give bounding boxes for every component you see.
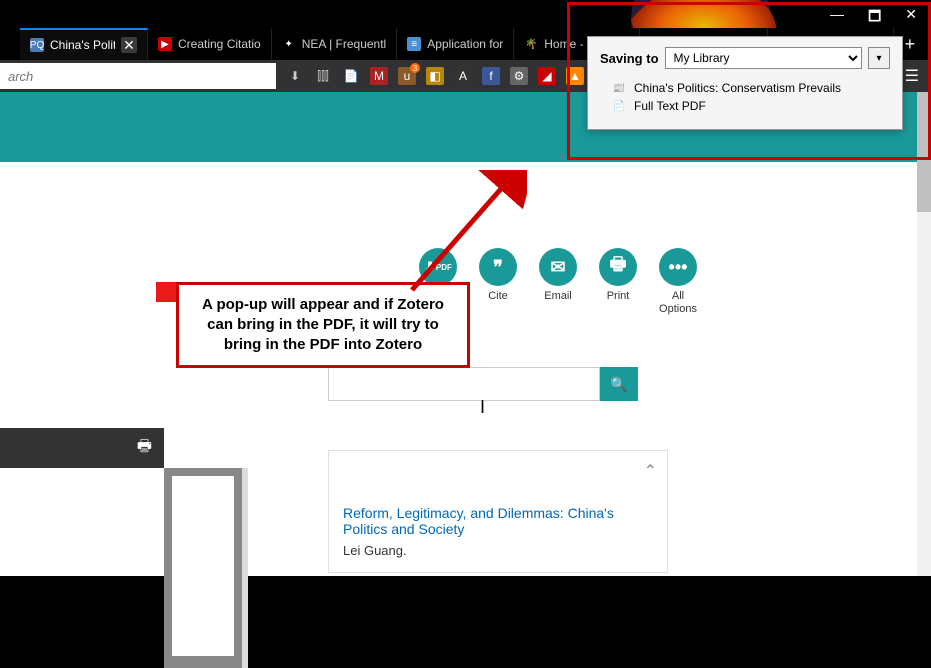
tab-close-button[interactable]: ✕ (121, 37, 137, 53)
maximize-button[interactable]: 🗖 (868, 6, 881, 28)
print-icon[interactable]: 🖶 (137, 435, 152, 462)
tab-favicon: ▶ (158, 37, 172, 51)
zotero-save-popup: Saving to My Library ▾ 📰 China's Politics… (587, 36, 903, 130)
action-label: Print (607, 290, 630, 303)
saving-to-label: Saving to (600, 51, 659, 66)
scrollbar-thumb[interactable] (917, 92, 931, 212)
ublock-icon[interactable]: u3 (398, 67, 416, 85)
download-icon[interactable]: ⬇ (286, 67, 304, 85)
tab-label: NEA | Frequentl (302, 37, 387, 51)
url-input[interactable] (0, 63, 276, 89)
close-window-button[interactable]: ✕ (905, 6, 917, 28)
pdf-thumbnail[interactable] (172, 476, 234, 656)
popup-save-item: 📄 Full Text PDF (600, 97, 890, 115)
browser-tab[interactable]: ✦ NEA | Frequentl (272, 28, 398, 60)
browser-tab[interactable]: ▶ Creating Citatio (148, 28, 272, 60)
action-button[interactable]: 🖶 (599, 248, 637, 286)
item-title: Full Text PDF (634, 99, 706, 113)
search-input[interactable] (328, 367, 600, 401)
tab-favicon: ✦ (282, 37, 296, 51)
related-article-title[interactable]: Reform, Legitimacy, and Dilemmas: China'… (343, 505, 653, 537)
tab-label: Creating Citatio (178, 37, 261, 51)
extension1-icon[interactable]: ◧ (426, 67, 444, 85)
tab-favicon: ≡ (407, 37, 421, 51)
action-all: ••• AllOptions (655, 248, 701, 316)
tab-favicon: 🌴 (524, 37, 538, 51)
related-article-card: ⌃ Reform, Legitimacy, and Dilemmas: Chin… (328, 450, 668, 573)
text-cursor-icon: I (480, 397, 485, 418)
browser-tab[interactable]: PQ China's Polit ✕ (20, 28, 148, 60)
pdf-thumbnail-strip (164, 468, 248, 668)
facebook-icon[interactable]: f (482, 67, 500, 85)
search-button[interactable]: 🔍 (600, 367, 638, 401)
popup-save-item: 📰 China's Politics: Conservatism Prevails (600, 79, 890, 97)
search-box: 🔍 (328, 367, 638, 401)
tab-favicon: PQ (30, 38, 44, 52)
related-article-author: Lei Guang. (343, 543, 653, 558)
mendeley-icon[interactable]: M (370, 67, 388, 85)
item-title: China's Politics: Conservatism Prevails (634, 81, 841, 95)
tab-label: Application for (427, 37, 503, 51)
item-type-icon: 📰 (612, 81, 626, 95)
annotation-arrow (397, 170, 527, 300)
browser-tab[interactable]: ≡ Application for (397, 28, 514, 60)
red-ext-icon[interactable]: ◢ (538, 67, 556, 85)
vertical-scrollbar[interactable] (917, 92, 931, 576)
library-dropdown-button[interactable]: ▾ (868, 47, 890, 69)
action-button[interactable]: ✉ (539, 248, 577, 286)
firefox-logo-swirl (571, 0, 831, 28)
tab-label: China's Polit (50, 38, 115, 52)
action-label: Email (544, 290, 572, 303)
minimize-button[interactable]: — (830, 6, 844, 28)
settings-icon[interactable]: ⚙ (510, 67, 528, 85)
library-icon[interactable]: ⫿⫿⫿ (314, 67, 332, 85)
action-button[interactable]: ••• (659, 248, 697, 286)
library-select[interactable]: My Library (665, 47, 862, 69)
vlc-icon[interactable]: ▲ (566, 67, 584, 85)
hamburger-menu-button[interactable]: ☰ (905, 66, 919, 86)
adobe-icon[interactable]: A (454, 67, 472, 85)
action-email: ✉ Email (535, 248, 581, 316)
item-type-icon: 📄 (612, 99, 626, 113)
pdf-sidebar-header: 🖶 (0, 428, 164, 468)
page-icon[interactable]: 📄 (342, 67, 360, 85)
action-label: AllOptions (659, 290, 697, 316)
window-titlebar: — 🗖 ✕ (0, 0, 931, 28)
chevron-up-icon[interactable]: ⌃ (644, 461, 657, 481)
action-print: 🖶 Print (595, 248, 641, 316)
